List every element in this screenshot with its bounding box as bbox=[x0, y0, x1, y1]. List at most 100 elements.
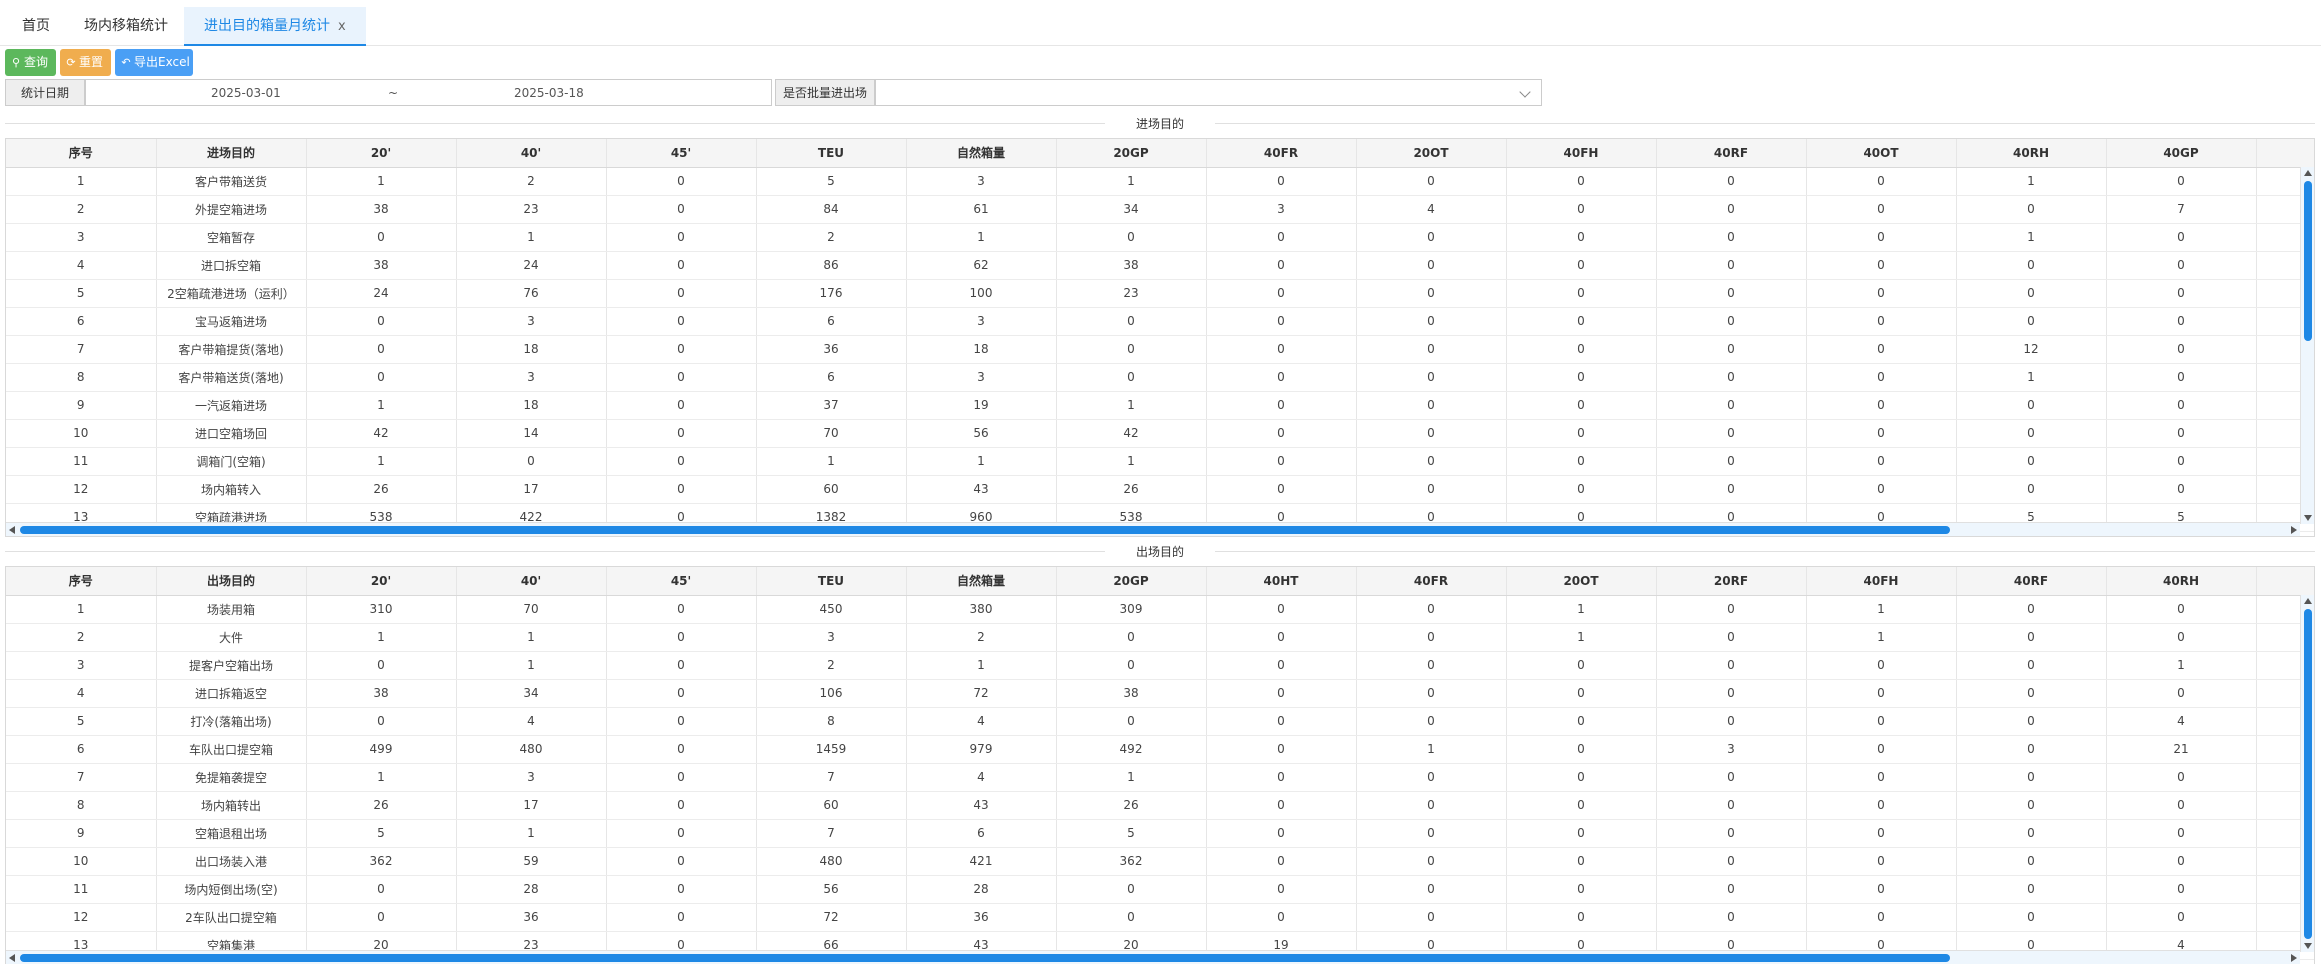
outbound-vscroll-thumb[interactable] bbox=[2304, 609, 2312, 939]
table-cell: 36 bbox=[906, 903, 1057, 932]
table-cell: 26 bbox=[1056, 791, 1207, 820]
date-start[interactable]: 2025-03-01 bbox=[211, 80, 281, 106]
date-range-field[interactable]: 2025-03-01 ~ 2025-03-18 bbox=[85, 79, 772, 106]
scroll-up-icon[interactable] bbox=[2304, 170, 2312, 176]
table-cell: 1 bbox=[1956, 167, 2107, 196]
scroll-up-icon[interactable] bbox=[2304, 598, 2312, 604]
table-row[interactable]: 12 2车队出口提空箱 0 36 0 72 36 0 0 0 0 0 0 0 0 bbox=[6, 903, 2314, 932]
inbound-vertical-scrollbar[interactable] bbox=[2300, 167, 2314, 524]
table-cell: 0 bbox=[1056, 307, 1207, 336]
reset-button-label: 重置 bbox=[79, 55, 104, 69]
table-cell: 0 bbox=[1656, 763, 1807, 792]
table-cell: 0 bbox=[1956, 307, 2107, 336]
table-cell: 1 bbox=[456, 623, 607, 652]
tab-purpose-monthly-stats[interactable]: 进出目的箱量月统计 x bbox=[184, 7, 366, 46]
inbound-hscroll-thumb[interactable] bbox=[20, 526, 1950, 534]
table-cell: 0 bbox=[606, 791, 757, 820]
outbound-vertical-scrollbar[interactable] bbox=[2300, 595, 2314, 952]
table-row[interactable]: 4 进口拆箱返空 38 34 0 106 72 38 0 0 0 0 0 0 0 bbox=[6, 679, 2314, 708]
table-cell: 0 bbox=[606, 847, 757, 876]
table-row[interactable]: 2 外提空箱进场 38 23 0 84 61 34 3 4 0 0 0 0 7 bbox=[6, 195, 2314, 224]
table-cell: 0 bbox=[606, 251, 757, 280]
scroll-down-icon[interactable] bbox=[2304, 515, 2312, 521]
table-cell: 0 bbox=[306, 875, 457, 904]
table-row[interactable]: 1 场装用箱 310 70 0 450 380 309 0 0 1 0 1 0 0 bbox=[6, 595, 2314, 624]
table-cell: 0 bbox=[2106, 391, 2257, 420]
table-row[interactable]: 8 场内箱转出 26 17 0 60 43 26 0 0 0 0 0 0 0 bbox=[6, 791, 2314, 820]
table-cell: 0 bbox=[1656, 223, 1807, 252]
outbound-horizontal-scrollbar[interactable] bbox=[6, 950, 2300, 964]
batch-select[interactable] bbox=[875, 79, 1542, 106]
table-row[interactable]: 4 进口拆空箱 38 24 0 86 62 38 0 0 0 0 0 0 0 bbox=[6, 251, 2314, 280]
table-cell: 5 bbox=[6, 707, 157, 736]
table-cell: 1459 bbox=[756, 735, 907, 764]
table-cell: 0 bbox=[2106, 903, 2257, 932]
inbound-vscroll-thumb[interactable] bbox=[2304, 181, 2312, 341]
table-row[interactable]: 10 出口场装入港 362 59 0 480 421 362 0 0 0 0 0 0 0 bbox=[6, 847, 2314, 876]
table-cell: 1 bbox=[6, 595, 157, 624]
table-cell: 0 bbox=[1506, 391, 1657, 420]
scroll-right-icon[interactable] bbox=[2291, 526, 2297, 534]
outbound-hscroll-thumb[interactable] bbox=[20, 954, 1950, 962]
table-row[interactable]: 3 提客户空箱出场 0 1 0 2 1 0 0 0 0 0 0 0 1 bbox=[6, 651, 2314, 680]
scroll-left-icon[interactable] bbox=[9, 954, 15, 962]
table-cell: 0 bbox=[1506, 679, 1657, 708]
table-cell: 1 bbox=[456, 819, 607, 848]
table-row[interactable]: 12 场内箱转入 26 17 0 60 43 26 0 0 0 0 0 0 0 bbox=[6, 475, 2314, 504]
table-cell: 86 bbox=[756, 251, 907, 280]
table-row[interactable]: 1 客户带箱送货 1 2 0 5 3 1 0 0 0 0 0 1 0 bbox=[6, 167, 2314, 196]
tab-close-icon[interactable]: x bbox=[338, 19, 346, 34]
table-row[interactable]: 7 客户带箱提货(落地) 0 18 0 36 18 0 0 0 0 0 0 12 0 bbox=[6, 335, 2314, 364]
table-cell: 0 bbox=[1206, 391, 1357, 420]
table-row[interactable]: 8 客户带箱送货(落地) 0 3 0 6 3 0 0 0 0 0 0 1 0 bbox=[6, 363, 2314, 392]
table-cell: 499 bbox=[306, 735, 457, 764]
table-cell: 0 bbox=[1356, 251, 1507, 280]
table-cell: 0 bbox=[1656, 307, 1807, 336]
table-cell: 0 bbox=[1956, 251, 2107, 280]
table-cell: 36 bbox=[456, 903, 607, 932]
table-cell: 0 bbox=[1356, 223, 1507, 252]
tab-home[interactable]: 首页 bbox=[2, 7, 70, 46]
table-cell: 0 bbox=[1206, 223, 1357, 252]
table-cell: 0 bbox=[1506, 651, 1657, 680]
table-cell: 0 bbox=[1806, 223, 1957, 252]
table-row[interactable]: 9 一汽返箱进场 1 18 0 37 19 1 0 0 0 0 0 0 0 bbox=[6, 391, 2314, 420]
table-cell: 3 bbox=[906, 167, 1057, 196]
table-cell: 9 bbox=[6, 391, 157, 420]
query-button[interactable]: ⚲ 查询 bbox=[5, 49, 56, 76]
outbound-col-header: 45' bbox=[606, 567, 757, 596]
table-cell: 0 bbox=[1806, 651, 1957, 680]
scroll-right-icon[interactable] bbox=[2291, 954, 2297, 962]
table-row[interactable]: 10 进口空箱场回 42 14 0 70 56 42 0 0 0 0 0 0 0 bbox=[6, 419, 2314, 448]
scroll-left-icon[interactable] bbox=[9, 526, 15, 534]
table-cell: 0 bbox=[1206, 763, 1357, 792]
table-cell: 1 bbox=[1806, 623, 1957, 652]
table-cell: 38 bbox=[306, 679, 457, 708]
table-row[interactable]: 6 宝马返箱进场 0 3 0 6 3 0 0 0 0 0 0 0 0 bbox=[6, 307, 2314, 336]
table-row[interactable]: 5 打冷(落箱出场) 0 4 0 8 4 0 0 0 0 0 0 0 4 bbox=[6, 707, 2314, 736]
table-cell: 56 bbox=[906, 419, 1057, 448]
date-end[interactable]: 2025-03-18 bbox=[514, 80, 584, 106]
table-cell: 0 bbox=[606, 623, 757, 652]
table-row[interactable]: 9 空箱退租出场 5 1 0 7 6 5 0 0 0 0 0 0 0 bbox=[6, 819, 2314, 848]
table-row[interactable]: 5 2空箱疏港进场（运利） 24 76 0 176 100 23 0 0 0 0 0 0 0 bbox=[6, 279, 2314, 308]
tab-yard-move-stats[interactable]: 场内移箱统计 bbox=[64, 7, 188, 46]
table-row[interactable]: 7 免提箱袭提空 1 3 0 7 4 1 0 0 0 0 0 0 0 bbox=[6, 763, 2314, 792]
table-cell: 0 bbox=[1806, 679, 1957, 708]
table-row[interactable]: 3 空箱暂存 0 1 0 2 1 0 0 0 0 0 0 1 0 bbox=[6, 223, 2314, 252]
inbound-col-header: 20OT bbox=[1356, 139, 1507, 168]
table-row[interactable]: 6 车队出口提空箱 499 480 0 1459 979 492 0 1 0 3 0 0 21 bbox=[6, 735, 2314, 764]
table-cell: 场装用箱 bbox=[156, 595, 307, 624]
table-cell: 0 bbox=[1356, 447, 1507, 476]
table-cell: 1 bbox=[1056, 763, 1207, 792]
scroll-down-icon[interactable] bbox=[2304, 943, 2312, 949]
table-row[interactable]: 11 调箱门(空箱) 1 0 0 1 1 1 0 0 0 0 0 0 0 bbox=[6, 447, 2314, 476]
table-row[interactable]: 11 场内短倒出场(空) 0 28 0 56 28 0 0 0 0 0 0 0 0 bbox=[6, 875, 2314, 904]
table-cell: 3 bbox=[456, 307, 607, 336]
table-cell: 72 bbox=[906, 679, 1057, 708]
reset-button[interactable]: ⟳ 重置 bbox=[60, 49, 111, 76]
table-row[interactable]: 2 大件 1 1 0 3 2 0 0 0 1 0 1 0 0 bbox=[6, 623, 2314, 652]
inbound-horizontal-scrollbar[interactable] bbox=[6, 522, 2300, 536]
table-cell: 3 bbox=[906, 307, 1057, 336]
export-excel-button[interactable]: ↶ 导出Excel bbox=[115, 49, 193, 76]
